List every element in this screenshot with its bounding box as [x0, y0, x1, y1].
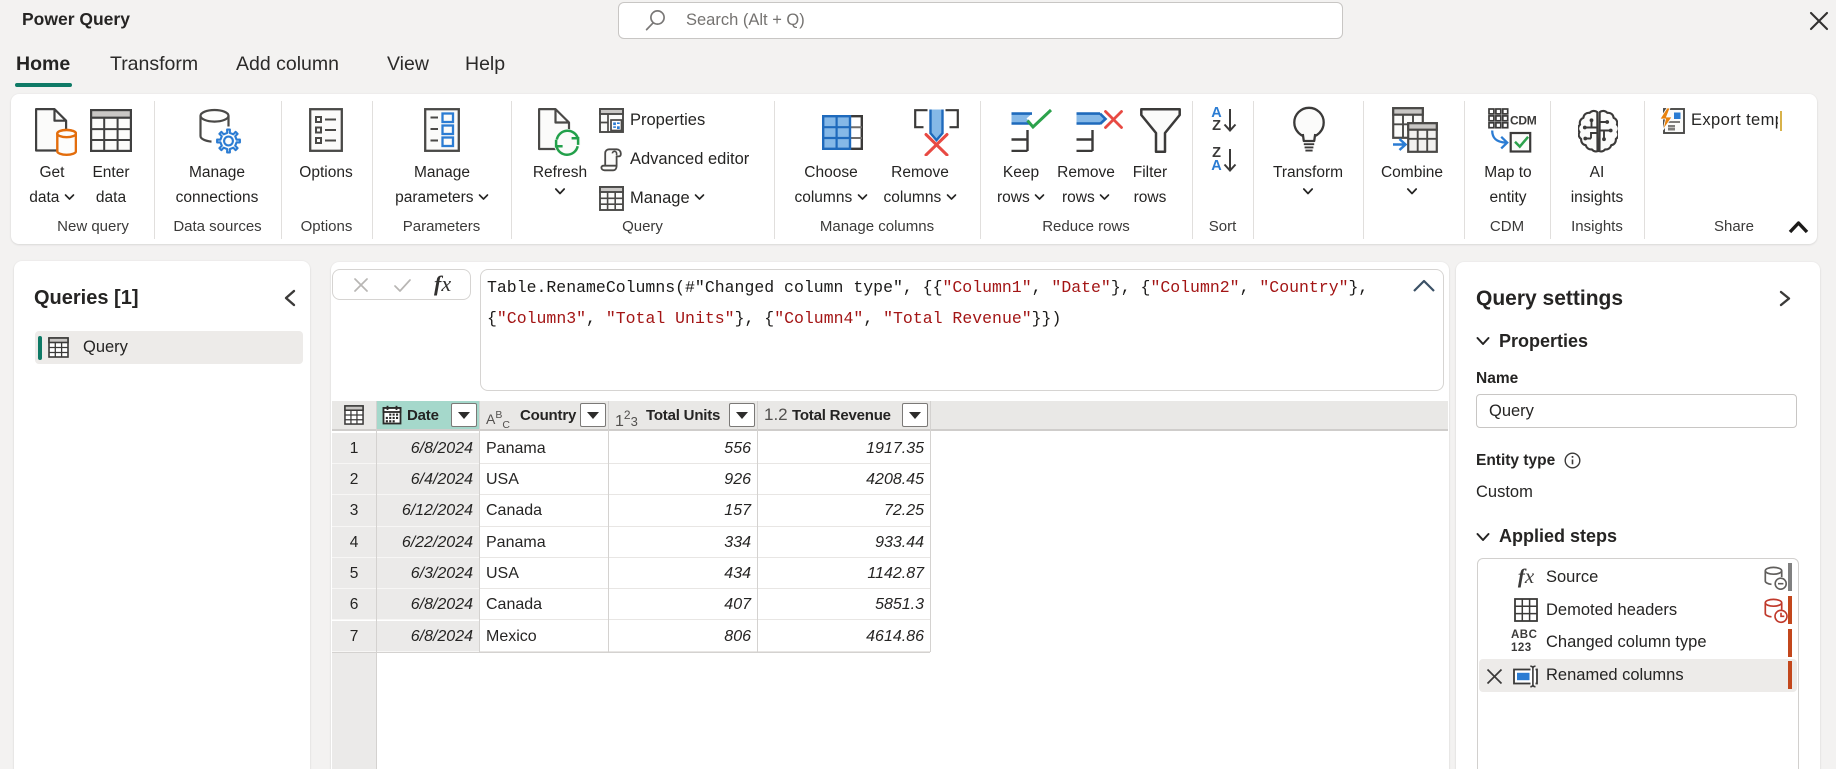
svg-text:CDM: CDM	[1510, 114, 1536, 128]
